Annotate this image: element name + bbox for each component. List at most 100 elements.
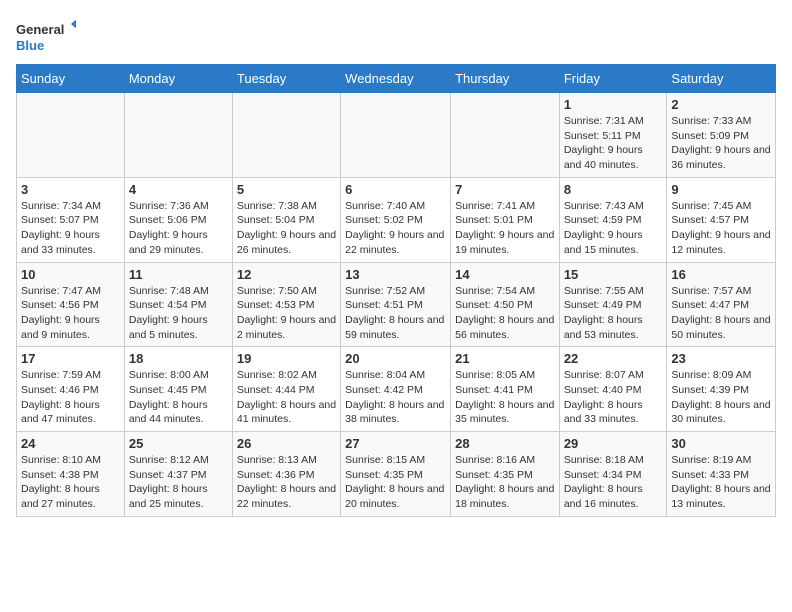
day-detail: Sunrise: 7:45 AMSunset: 4:57 PMDaylight:…	[671, 199, 771, 258]
day-number: 1	[564, 97, 663, 112]
day-number: 30	[671, 436, 771, 451]
weekday-header-tuesday: Tuesday	[232, 65, 340, 93]
weekday-header-monday: Monday	[124, 65, 232, 93]
day-detail: Sunrise: 8:02 AMSunset: 4:44 PMDaylight:…	[237, 368, 336, 427]
weekday-header-wednesday: Wednesday	[341, 65, 451, 93]
calendar-cell: 10 Sunrise: 7:47 AMSunset: 4:56 PMDayligh…	[17, 262, 125, 347]
weekday-header-friday: Friday	[559, 65, 667, 93]
day-detail: Sunrise: 7:48 AMSunset: 4:54 PMDaylight:…	[129, 284, 228, 343]
day-number: 17	[21, 351, 120, 366]
logo: General Blue	[16, 16, 76, 56]
calendar-cell: 7 Sunrise: 7:41 AMSunset: 5:01 PMDaylight…	[451, 177, 560, 262]
calendar-cell: 8Sunrise: 7:43 AMSunset: 4:59 PMDaylight…	[559, 177, 667, 262]
day-detail: Sunrise: 7:40 AMSunset: 5:02 PMDaylight:…	[345, 199, 446, 258]
svg-text:Blue: Blue	[16, 38, 44, 53]
day-detail: Sunrise: 8:19 AMSunset: 4:33 PMDaylight:…	[671, 453, 771, 512]
calendar-week-row: 24 Sunrise: 8:10 AMSunset: 4:38 PMDayligh…	[17, 432, 776, 517]
day-detail: Sunrise: 8:05 AMSunset: 4:41 PMDaylight:…	[455, 368, 555, 427]
day-number: 25	[129, 436, 228, 451]
day-number: 14	[455, 267, 555, 282]
day-number: 2	[671, 97, 771, 112]
day-number: 27	[345, 436, 446, 451]
day-detail: Sunrise: 7:57 AMSunset: 4:47 PMDaylight:…	[671, 284, 771, 343]
day-number: 15	[564, 267, 663, 282]
calendar-cell: 17 Sunrise: 7:59 AMSunset: 4:46 PMDayligh…	[17, 347, 125, 432]
day-detail: Sunrise: 8:13 AMSunset: 4:36 PMDaylight:…	[237, 453, 336, 512]
calendar-cell: 4 Sunrise: 7:36 AMSunset: 5:06 PMDaylight…	[124, 177, 232, 262]
day-detail: Sunrise: 8:16 AMSunset: 4:35 PMDaylight:…	[455, 453, 555, 512]
day-detail: Sunrise: 8:10 AMSunset: 4:38 PMDaylight:…	[21, 453, 120, 512]
day-detail: Sunrise: 8:12 AMSunset: 4:37 PMDaylight:…	[129, 453, 228, 512]
day-detail: Sunrise: 7:54 AMSunset: 4:50 PMDaylight:…	[455, 284, 555, 343]
calendar-cell: 16 Sunrise: 7:57 AMSunset: 4:47 PMDayligh…	[667, 262, 776, 347]
calendar-cell: 14 Sunrise: 7:54 AMSunset: 4:50 PMDayligh…	[451, 262, 560, 347]
day-number: 5	[237, 182, 336, 197]
day-number: 24	[21, 436, 120, 451]
day-detail: Sunrise: 7:59 AMSunset: 4:46 PMDaylight:…	[21, 368, 120, 427]
calendar-cell: 30 Sunrise: 8:19 AMSunset: 4:33 PMDayligh…	[667, 432, 776, 517]
day-number: 23	[671, 351, 771, 366]
calendar-cell: 22Sunrise: 8:07 AMSunset: 4:40 PMDayligh…	[559, 347, 667, 432]
calendar-cell: 12 Sunrise: 7:50 AMSunset: 4:53 PMDayligh…	[232, 262, 340, 347]
calendar-cell: 5 Sunrise: 7:38 AMSunset: 5:04 PMDaylight…	[232, 177, 340, 262]
calendar-week-row: 1 Sunrise: 7:31 AMSunset: 5:11 PMDaylight…	[17, 93, 776, 178]
calendar-cell: 15 Sunrise: 7:55 AMSunset: 4:49 PMDayligh…	[559, 262, 667, 347]
day-detail: Sunrise: 7:31 AMSunset: 5:11 PMDaylight:…	[564, 114, 663, 173]
calendar-cell	[341, 93, 451, 178]
day-number: 20	[345, 351, 446, 366]
calendar-cell: 18 Sunrise: 8:00 AMSunset: 4:45 PMDayligh…	[124, 347, 232, 432]
day-number: 19	[237, 351, 336, 366]
calendar-cell: 26 Sunrise: 8:13 AMSunset: 4:36 PMDayligh…	[232, 432, 340, 517]
calendar-cell: 23 Sunrise: 8:09 AMSunset: 4:39 PMDayligh…	[667, 347, 776, 432]
calendar-cell	[232, 93, 340, 178]
calendar-week-row: 10 Sunrise: 7:47 AMSunset: 4:56 PMDayligh…	[17, 262, 776, 347]
header: General Blue	[16, 16, 776, 56]
svg-text:General: General	[16, 22, 64, 37]
day-number: 7	[455, 182, 555, 197]
calendar-cell: 3 Sunrise: 7:34 AMSunset: 5:07 PMDaylight…	[17, 177, 125, 262]
day-detail: Sunrise: 8:07 AMSunset: 4:40 PMDaylight:…	[564, 368, 663, 427]
day-number: 4	[129, 182, 228, 197]
calendar-week-row: 17 Sunrise: 7:59 AMSunset: 4:46 PMDayligh…	[17, 347, 776, 432]
day-number: 16	[671, 267, 771, 282]
day-number: 12	[237, 267, 336, 282]
day-detail: Sunrise: 7:50 AMSunset: 4:53 PMDaylight:…	[237, 284, 336, 343]
day-number: 9	[671, 182, 771, 197]
day-number: 3	[21, 182, 120, 197]
calendar-week-row: 3 Sunrise: 7:34 AMSunset: 5:07 PMDaylight…	[17, 177, 776, 262]
calendar-cell: 1 Sunrise: 7:31 AMSunset: 5:11 PMDaylight…	[559, 93, 667, 178]
day-detail: Sunrise: 7:38 AMSunset: 5:04 PMDaylight:…	[237, 199, 336, 258]
day-detail: Sunrise: 8:04 AMSunset: 4:42 PMDaylight:…	[345, 368, 446, 427]
day-number: 8	[564, 182, 663, 197]
calendar-cell	[451, 93, 560, 178]
day-detail: Sunrise: 7:33 AMSunset: 5:09 PMDaylight:…	[671, 114, 771, 173]
day-number: 29	[564, 436, 663, 451]
calendar-cell: 19 Sunrise: 8:02 AMSunset: 4:44 PMDayligh…	[232, 347, 340, 432]
weekday-header-sunday: Sunday	[17, 65, 125, 93]
weekday-header-row: SundayMondayTuesdayWednesdayThursdayFrid…	[17, 65, 776, 93]
day-detail: Sunrise: 7:41 AMSunset: 5:01 PMDaylight:…	[455, 199, 555, 258]
day-number: 18	[129, 351, 228, 366]
calendar-cell: 13 Sunrise: 7:52 AMSunset: 4:51 PMDayligh…	[341, 262, 451, 347]
day-number: 13	[345, 267, 446, 282]
day-number: 10	[21, 267, 120, 282]
day-detail: Sunrise: 7:34 AMSunset: 5:07 PMDaylight:…	[21, 199, 120, 258]
calendar-cell: 21 Sunrise: 8:05 AMSunset: 4:41 PMDayligh…	[451, 347, 560, 432]
calendar-cell: 20 Sunrise: 8:04 AMSunset: 4:42 PMDayligh…	[341, 347, 451, 432]
day-detail: Sunrise: 7:52 AMSunset: 4:51 PMDaylight:…	[345, 284, 446, 343]
calendar-cell: 9 Sunrise: 7:45 AMSunset: 4:57 PMDaylight…	[667, 177, 776, 262]
day-detail: Sunrise: 7:55 AMSunset: 4:49 PMDaylight:…	[564, 284, 663, 343]
day-number: 26	[237, 436, 336, 451]
calendar-cell	[124, 93, 232, 178]
day-detail: Sunrise: 8:18 AMSunset: 4:34 PMDaylight:…	[564, 453, 663, 512]
day-number: 21	[455, 351, 555, 366]
day-detail: Sunrise: 7:36 AMSunset: 5:06 PMDaylight:…	[129, 199, 228, 258]
calendar-cell: 27Sunrise: 8:15 AMSunset: 4:35 PMDayligh…	[341, 432, 451, 517]
day-detail: Sunrise: 8:09 AMSunset: 4:39 PMDaylight:…	[671, 368, 771, 427]
day-detail: Sunrise: 7:47 AMSunset: 4:56 PMDaylight:…	[21, 284, 120, 343]
calendar-table: SundayMondayTuesdayWednesdayThursdayFrid…	[16, 64, 776, 517]
day-detail: Sunrise: 8:00 AMSunset: 4:45 PMDaylight:…	[129, 368, 228, 427]
weekday-header-saturday: Saturday	[667, 65, 776, 93]
calendar-cell: 29 Sunrise: 8:18 AMSunset: 4:34 PMDayligh…	[559, 432, 667, 517]
calendar-cell: 28Sunrise: 8:16 AMSunset: 4:35 PMDayligh…	[451, 432, 560, 517]
